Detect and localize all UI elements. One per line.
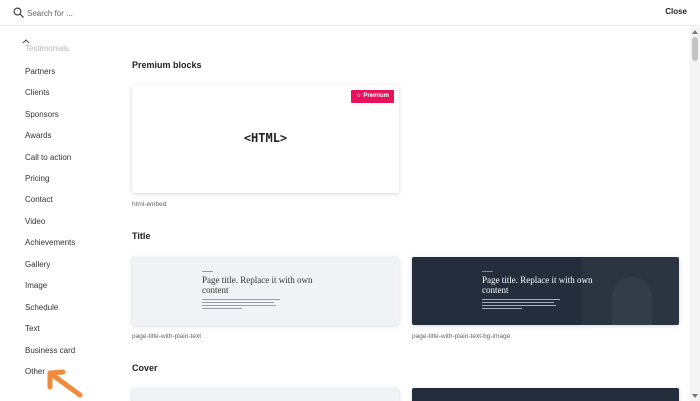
preview-text-line — [482, 308, 522, 309]
category-sidebar: Testimonials Partners Clients Sponsors A… — [0, 27, 105, 401]
pointer-arrow-icon — [47, 369, 83, 398]
section-title-title: Title — [132, 231, 151, 241]
search-bar: Close — [0, 0, 700, 26]
preview-text-line — [202, 308, 242, 309]
preview-title: Page title. Replace it with own content — [202, 275, 313, 295]
scroll-up-arrow-icon[interactable] — [692, 30, 698, 34]
blocks-gallery: Premium blocks <HTML> ☆ Premium html-embe… — [105, 27, 690, 401]
preview-text-line — [482, 302, 554, 303]
sidebar-item-text[interactable]: Text — [25, 324, 40, 333]
close-button[interactable]: Close — [665, 7, 687, 16]
html-preview-text: <HTML> — [243, 131, 288, 145]
sidebar-item-schedule[interactable]: Schedule — [25, 303, 58, 312]
preview-eyebrow — [482, 271, 493, 272]
premium-badge: ☆ Premium — [350, 90, 394, 103]
block-caption-html-embed: html-embed — [132, 201, 167, 208]
sidebar-item-gallery[interactable]: Gallery — [25, 260, 50, 269]
sidebar-item-image[interactable]: Image — [25, 281, 47, 290]
sidebar-item-contact[interactable]: Contact — [25, 195, 53, 204]
block-card-html-embed[interactable]: <HTML> ☆ Premium — [132, 85, 399, 193]
preview-text-line — [482, 299, 560, 300]
star-icon: ☆ — [355, 93, 362, 99]
preview-text-line — [202, 305, 276, 306]
search-input[interactable] — [27, 6, 427, 20]
sidebar-item-call-to-action[interactable]: Call to action — [25, 153, 71, 162]
preview-text-line — [202, 302, 274, 303]
scroll-down-arrow-icon[interactable] — [692, 394, 698, 398]
background-figure — [612, 277, 652, 325]
sidebar-item-testimonials[interactable]: Testimonials — [25, 44, 69, 53]
sidebar-item-business-card[interactable]: Business card — [25, 346, 75, 355]
block-caption-page-title-bg-image: page-title-with-plain-text-bg-image — [412, 333, 511, 340]
block-card-page-title-plain[interactable]: Page title. Replace it with own content — [132, 257, 399, 325]
sidebar-item-awards[interactable]: Awards — [25, 131, 52, 140]
scroll-thumb[interactable] — [692, 37, 698, 61]
preview-eyebrow — [202, 271, 213, 272]
sidebar-item-sponsors[interactable]: Sponsors — [25, 110, 59, 119]
block-caption-page-title-plain: page-title-with-plain-text — [132, 333, 202, 340]
sidebar-item-partners[interactable]: Partners — [25, 67, 55, 76]
search-icon — [13, 7, 24, 18]
sidebar-item-achievements[interactable]: Achievements — [25, 238, 75, 247]
scrollbar[interactable] — [690, 27, 700, 401]
section-title-cover: Cover — [132, 363, 158, 373]
preview-title: Page title. Replace it with own content — [482, 275, 593, 295]
block-card-cover-2[interactable] — [412, 388, 679, 401]
preview-text-line — [482, 305, 556, 306]
block-card-cover-1[interactable] — [132, 388, 399, 401]
sidebar-item-pricing[interactable]: Pricing — [25, 174, 49, 183]
section-title-premium: Premium blocks — [132, 60, 202, 70]
preview-text-line — [202, 299, 280, 300]
block-card-page-title-bg-image[interactable]: Page title. Replace it with own content — [412, 257, 679, 325]
sidebar-item-video[interactable]: Video — [25, 217, 45, 226]
sidebar-item-clients[interactable]: Clients — [25, 88, 49, 97]
sidebar-item-other[interactable]: Other — [25, 367, 45, 376]
